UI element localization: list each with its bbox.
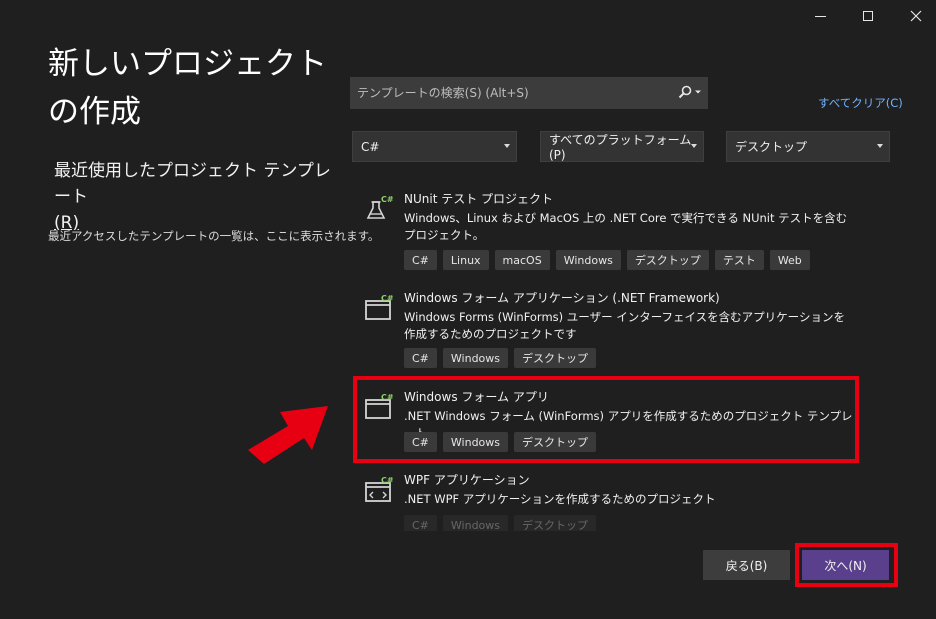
template-name: WPF アプリケーション xyxy=(404,473,530,487)
chevron-down-icon xyxy=(691,144,697,148)
tag: C# xyxy=(404,250,437,270)
template-item-nunit[interactable]: C# NUnit テスト プロジェクト Windows、Linux および Ma… xyxy=(352,190,860,280)
project-type-filter-dropdown[interactable]: デスクトップ xyxy=(726,131,890,162)
search-options[interactable] xyxy=(677,84,701,100)
template-tags: C# Linux macOS Windows デスクトップ テスト Web xyxy=(404,250,810,270)
tag: Windows xyxy=(555,250,621,270)
close-icon[interactable] xyxy=(896,4,936,28)
chevron-down-icon xyxy=(877,144,883,148)
language-filter-dropdown[interactable]: C# xyxy=(352,131,517,162)
windows-form-icon: C# xyxy=(365,294,394,320)
tag: デスクトップ xyxy=(514,515,597,531)
selection-highlight-box xyxy=(353,376,859,463)
platform-filter-dropdown[interactable]: すべてのプラットフォーム(P) xyxy=(540,131,704,162)
maximize-icon[interactable] xyxy=(848,4,888,28)
project-type-filter-value: デスクトップ xyxy=(735,140,808,154)
svg-text:C#: C# xyxy=(381,294,394,303)
tag: デスクトップ xyxy=(514,348,597,368)
svg-text:C#: C# xyxy=(381,476,394,485)
template-description: .NET WPF アプリケーションを作成するためのプロジェクト xyxy=(404,492,716,506)
template-tags: C# Windows デスクトップ xyxy=(404,515,597,531)
recent-templates-label: 最近使用したプロジェクト テンプレート xyxy=(54,161,331,207)
wpf-app-icon: C# xyxy=(365,476,394,502)
back-button[interactable]: 戻る(B) xyxy=(703,550,790,580)
template-item-wpf-app[interactable]: C# WPF アプリケーション .NET WPF アプリケーションを作成するため… xyxy=(352,471,860,531)
minimize-icon[interactable] xyxy=(800,4,840,28)
next-button-highlight-box xyxy=(795,543,898,587)
platform-filter-value: すべてのプラットフォーム(P) xyxy=(549,133,692,162)
template-description: Windows、Linux および MacOS 上の .NET Core で実行… xyxy=(404,211,848,242)
nunit-test-icon: C# xyxy=(366,195,394,219)
chevron-down-icon xyxy=(504,144,510,148)
search-icon xyxy=(678,85,692,99)
svg-text:C#: C# xyxy=(381,195,394,204)
template-tags: C# Windows デスクトップ xyxy=(404,348,597,368)
template-search-box[interactable] xyxy=(350,77,708,109)
template-name: NUnit テスト プロジェクト xyxy=(404,192,554,206)
tag: Web xyxy=(769,250,810,270)
language-filter-value: C# xyxy=(361,139,380,154)
recent-templates-empty-text: 最近アクセスしたテンプレートの一覧は、ここに表示されます。 xyxy=(48,229,380,243)
page-title: 新しいプロジェクトの作成 xyxy=(48,46,327,130)
tag: Windows xyxy=(442,515,509,531)
tag: Windows xyxy=(442,348,509,368)
tag: デスクトップ xyxy=(626,250,709,270)
template-search-input[interactable] xyxy=(357,86,667,100)
template-name: Windows フォーム アプリケーション (.NET Framework) xyxy=(404,291,720,305)
tag: テスト xyxy=(714,250,764,270)
template-description: Windows Forms (WinForms) ユーザー インターフェイスを含… xyxy=(404,310,845,341)
clear-all-link[interactable]: すべてクリア(C) xyxy=(818,95,903,111)
tag: macOS xyxy=(494,250,550,270)
template-item-winforms-netfx[interactable]: C# Windows フォーム アプリケーション (.NET Framework… xyxy=(352,289,860,379)
tag: C# xyxy=(404,348,437,368)
tag: Linux xyxy=(442,250,489,270)
recent-templates-heading: 最近使用したプロジェクト テンプレート (R) xyxy=(54,158,334,236)
pointer-arrow-icon xyxy=(248,406,328,464)
chevron-down-icon xyxy=(695,90,701,94)
tag: C# xyxy=(404,515,437,531)
